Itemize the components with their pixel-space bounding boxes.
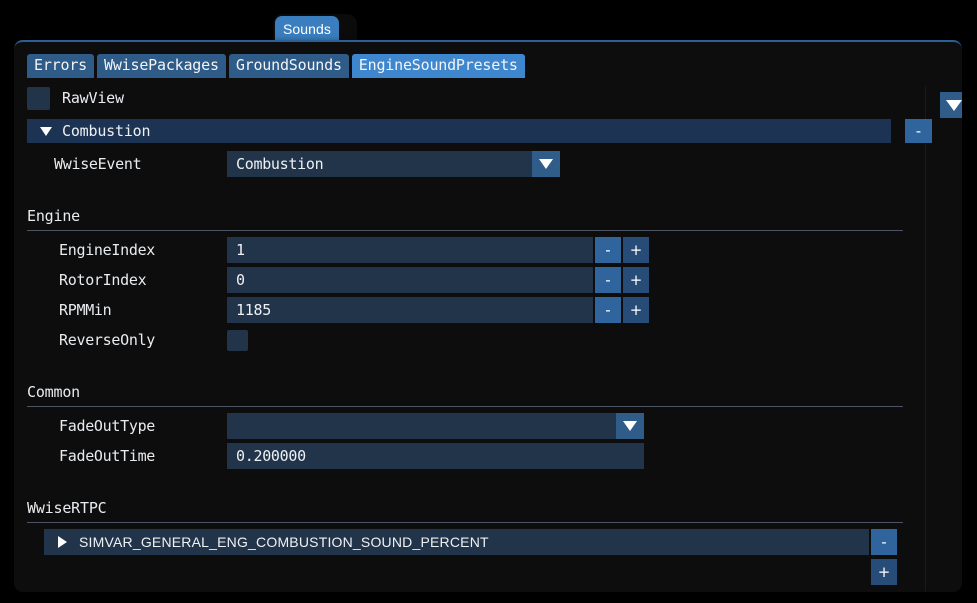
field-row-engineindex: EngineIndex 1 - + xyxy=(27,237,649,263)
tab-wwisepackages[interactable]: WwisePackages xyxy=(97,54,226,78)
engineindex-increment-button[interactable]: + xyxy=(623,237,649,263)
rtpc-item-row: SIMVAR_GENERAL_ENG_COMBUSTION_SOUND_PERC… xyxy=(44,529,897,555)
rotorindex-decrement-button[interactable]: - xyxy=(595,267,621,293)
tab-errors[interactable]: Errors xyxy=(27,54,94,78)
group-divider xyxy=(27,522,903,523)
window-title-bar: Sounds xyxy=(0,0,977,44)
field-row-fadeouttime: FadeOutTime 0.200000 xyxy=(27,443,644,469)
tab-bar: Errors WwisePackages GroundSounds Engine… xyxy=(27,54,525,78)
wwiseevent-value: Combustion xyxy=(236,155,323,173)
chevron-down-icon xyxy=(40,127,52,136)
rawview-checkbox[interactable] xyxy=(27,87,50,110)
rawview-label: RawView xyxy=(62,89,124,107)
group-title-common: Common xyxy=(27,383,903,406)
engineindex-decrement-button[interactable]: - xyxy=(595,237,621,263)
collapse-all-button[interactable] xyxy=(940,92,962,118)
group-wwisertpc: WwiseRTPC xyxy=(27,499,903,523)
field-row-reverseonly: ReverseOnly xyxy=(27,327,248,353)
rpmmin-increment-button[interactable]: + xyxy=(623,297,649,323)
group-common: Common xyxy=(27,383,903,407)
rtpc-add-button[interactable]: + xyxy=(871,559,897,585)
rotorindex-increment-button[interactable]: + xyxy=(623,267,649,293)
chevron-down-icon[interactable] xyxy=(532,151,560,177)
field-row-wwiseevent: WwiseEvent Combustion xyxy=(27,151,560,177)
fadeouttime-label: FadeOutTime xyxy=(27,447,227,465)
wwiseevent-label: WwiseEvent xyxy=(27,155,227,173)
rpmmin-label: RPMMin xyxy=(27,301,227,319)
chevron-down-icon[interactable] xyxy=(616,413,644,439)
reverseonly-checkbox[interactable] xyxy=(227,330,248,351)
tab-groundsounds[interactable]: GroundSounds xyxy=(229,54,349,78)
rtpc-add-row: + xyxy=(871,559,897,585)
group-divider xyxy=(27,230,903,231)
fadeouttype-label: FadeOutType xyxy=(27,417,227,435)
wwiseevent-dropdown[interactable]: Combustion xyxy=(227,151,560,177)
group-title-engine: Engine xyxy=(27,207,903,230)
section-remove-button[interactable]: - xyxy=(905,119,932,143)
section-title: Combustion xyxy=(62,122,150,140)
tab-enginesoundpresets[interactable]: EngineSoundPresets xyxy=(352,54,525,78)
panel-content: RawView Combustion - WwiseEvent Combusti… xyxy=(14,80,922,592)
rawview-row: RawView xyxy=(27,86,124,110)
rtpc-remove-button[interactable]: - xyxy=(871,529,897,555)
field-row-rpmmin: RPMMin 1185 - + xyxy=(27,297,649,323)
chevron-right-icon[interactable] xyxy=(58,536,67,548)
rotorindex-input[interactable]: 0 xyxy=(227,267,593,293)
engineindex-input[interactable]: 1 xyxy=(227,237,593,263)
rtpc-item-label: SIMVAR_GENERAL_ENG_COMBUSTION_SOUND_PERC… xyxy=(79,534,489,550)
rpmmin-input[interactable]: 1185 xyxy=(227,297,593,323)
fadeouttime-input[interactable]: 0.200000 xyxy=(227,443,644,469)
app-root: Sounds Errors WwisePackages GroundSounds… xyxy=(0,0,977,603)
rpmmin-decrement-button[interactable]: - xyxy=(595,297,621,323)
sounds-panel: Errors WwisePackages GroundSounds Engine… xyxy=(14,40,962,592)
group-title-wwisertpc: WwiseRTPC xyxy=(27,499,903,522)
chevron-down-icon xyxy=(946,100,962,111)
group-divider xyxy=(27,406,903,407)
section-header-combustion[interactable]: Combustion xyxy=(27,119,891,143)
group-engine: Engine xyxy=(27,207,903,231)
engineindex-label: EngineIndex xyxy=(27,241,227,259)
content-scroll-divider xyxy=(925,86,926,591)
field-row-rotorindex: RotorIndex 0 - + xyxy=(27,267,649,293)
fadeouttype-dropdown[interactable] xyxy=(227,413,644,439)
rotorindex-label: RotorIndex xyxy=(27,271,227,289)
field-row-fadeouttype: FadeOutType xyxy=(27,413,644,439)
rtpc-item-simvar[interactable]: SIMVAR_GENERAL_ENG_COMBUSTION_SOUND_PERC… xyxy=(44,529,869,555)
reverseonly-label: ReverseOnly xyxy=(27,331,227,349)
